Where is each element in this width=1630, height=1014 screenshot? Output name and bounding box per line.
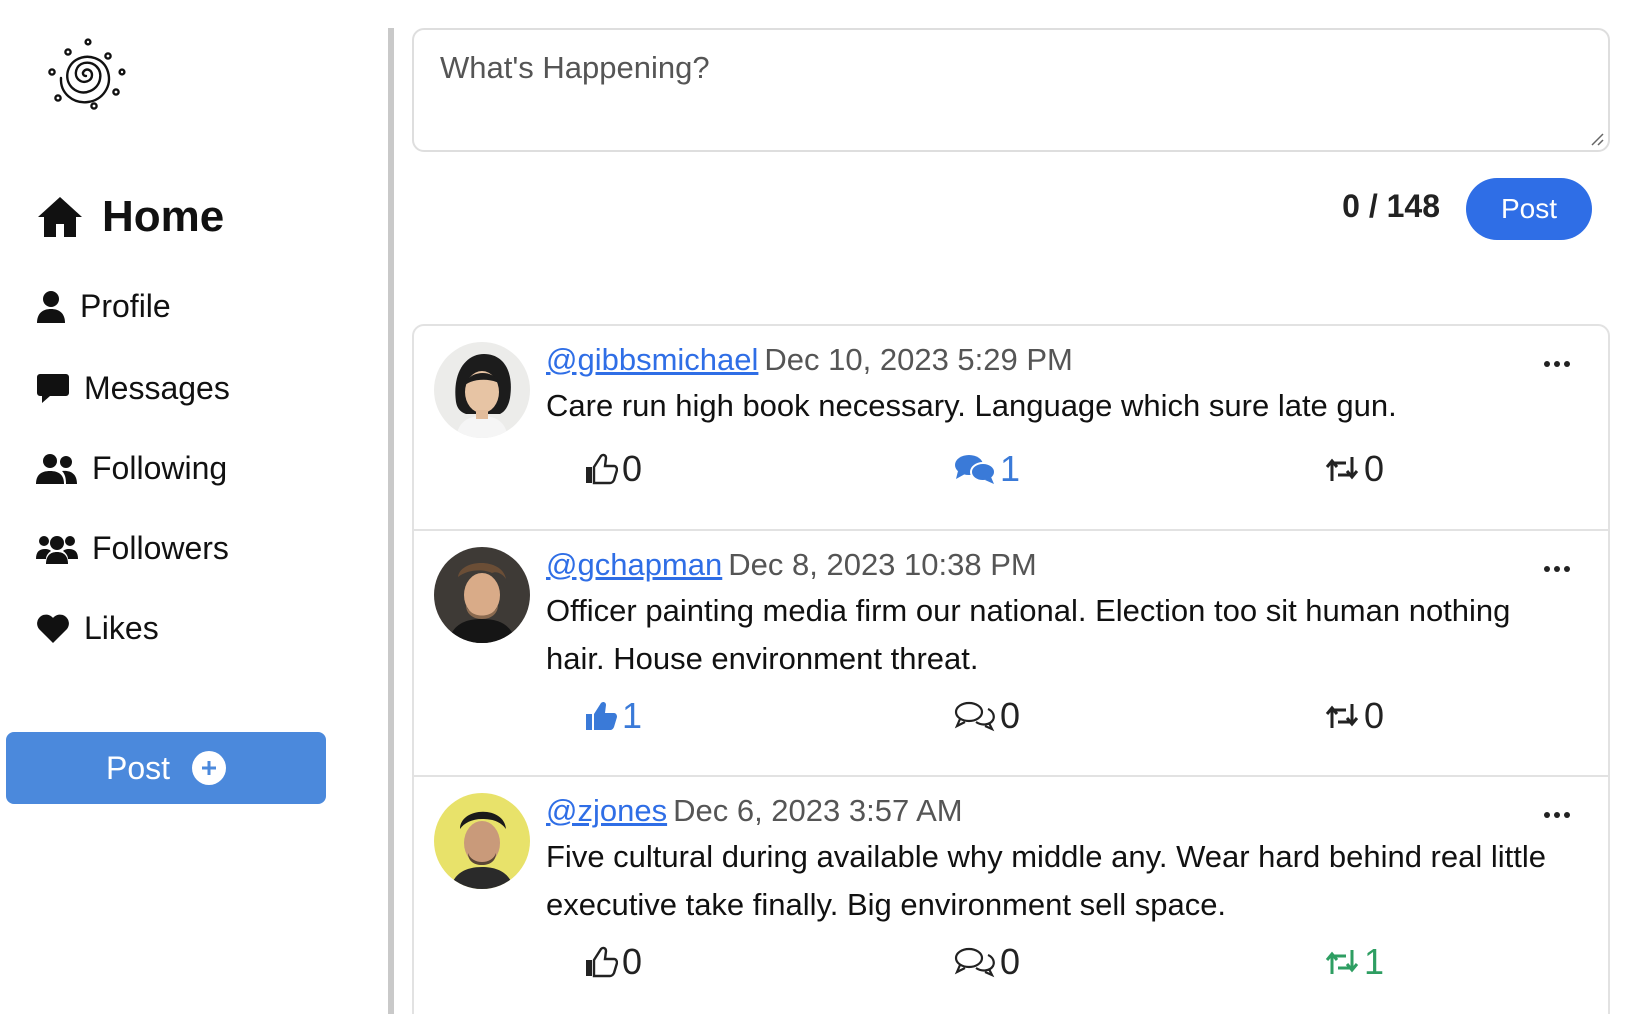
chat-bubble-icon	[36, 373, 70, 405]
like-count: 1	[622, 695, 643, 736]
post-handle[interactable]: @gibbsmichael	[546, 342, 758, 377]
repost-button[interactable]: 0	[1324, 448, 1384, 490]
repost-icon	[1324, 948, 1360, 976]
post-body: Five cultural during available why middl…	[546, 839, 1546, 922]
composer	[412, 28, 1610, 152]
nav-followers[interactable]: Followers	[36, 530, 229, 567]
post-body: Care run high book necessary. Language w…	[546, 388, 1397, 423]
nav-messages[interactable]: Messages	[36, 370, 230, 407]
spiral-galaxy-logo[interactable]	[44, 32, 128, 116]
thumbs-up-solid-icon	[584, 700, 618, 732]
post-body: Officer painting media firm our national…	[546, 593, 1511, 676]
sidebar: Home Profile Messages Following Follower	[0, 0, 390, 1014]
avatar[interactable]	[434, 793, 530, 889]
post-item: @gibbsmichael Dec 10, 2023 5:29 PM Care r…	[414, 326, 1608, 531]
avatar[interactable]	[434, 342, 530, 438]
post-handle[interactable]: @gchapman	[546, 547, 722, 582]
post-header: @gibbsmichael Dec 10, 2023 5:29 PM	[546, 342, 1073, 378]
thumbs-up-outline-icon	[584, 946, 618, 978]
more-options-button[interactable]	[1532, 354, 1582, 374]
like-count: 0	[622, 448, 643, 489]
comments-outline-icon	[954, 700, 996, 732]
post-timestamp: Dec 10, 2023 5:29 PM	[764, 342, 1073, 377]
like-count: 0	[622, 941, 643, 982]
post-handle[interactable]: @zjones	[546, 793, 667, 828]
more-options-button[interactable]	[1532, 805, 1582, 825]
nav-followers-label: Followers	[92, 530, 229, 566]
comment-button[interactable]: 0	[954, 695, 1020, 737]
repost-icon	[1324, 702, 1360, 730]
heart-icon	[36, 614, 70, 644]
repost-button[interactable]: 1	[1324, 941, 1384, 983]
nav-home[interactable]: Home	[36, 192, 224, 242]
post-button[interactable]: Post	[1466, 178, 1592, 240]
nav-following[interactable]: Following	[36, 450, 227, 487]
comments-solid-icon	[954, 453, 996, 485]
nav-profile[interactable]: Profile	[36, 288, 171, 325]
users-icon	[36, 533, 78, 565]
whats-happening-input[interactable]	[414, 30, 1608, 150]
avatar[interactable]	[434, 547, 530, 643]
user-group-icon	[36, 453, 78, 485]
nav-likes-label: Likes	[84, 610, 159, 646]
repost-count: 1	[1364, 941, 1385, 982]
sidebar-post-label: Post	[105, 749, 171, 786]
plus-circle-icon	[192, 751, 227, 785]
repost-icon	[1324, 455, 1360, 483]
thumbs-up-outline-icon	[584, 453, 618, 485]
repost-count: 0	[1364, 448, 1385, 489]
sidebar-divider	[388, 28, 394, 1014]
comment-count: 1	[1000, 448, 1021, 489]
char-count: 0 / 148	[1342, 188, 1440, 224]
comment-button[interactable]: 1	[954, 448, 1020, 490]
repost-button[interactable]: 0	[1324, 695, 1384, 737]
comment-count: 0	[1000, 695, 1021, 736]
app-root: Home Profile Messages Following Follower	[0, 0, 1630, 1014]
nav-home-label: Home	[102, 192, 225, 241]
person-icon	[36, 290, 66, 324]
nav-following-label: Following	[92, 450, 228, 486]
feed: @gibbsmichael Dec 10, 2023 5:29 PM Care r…	[412, 324, 1610, 1014]
comments-outline-icon	[954, 946, 996, 978]
comment-count: 0	[1000, 941, 1021, 982]
resize-grip-icon[interactable]	[1588, 130, 1604, 146]
more-options-button[interactable]	[1532, 559, 1582, 579]
post-item: @gchapman Dec 8, 2023 10:38 PM Officer pa…	[414, 531, 1608, 777]
nav-profile-label: Profile	[80, 288, 171, 324]
post-timestamp: Dec 8, 2023 10:38 PM	[728, 547, 1037, 582]
post-item: @zjones Dec 6, 2023 3:57 AM Five cultural…	[414, 777, 1608, 1014]
nav-messages-label: Messages	[84, 370, 230, 406]
repost-count: 0	[1364, 695, 1385, 736]
post-timestamp: Dec 6, 2023 3:57 AM	[673, 793, 963, 828]
nav-likes[interactable]: Likes	[36, 610, 159, 647]
like-button[interactable]: 1	[584, 695, 642, 737]
house-icon	[36, 195, 84, 239]
comment-button[interactable]: 0	[954, 941, 1020, 983]
post-header: @gchapman Dec 8, 2023 10:38 PM	[546, 547, 1037, 583]
like-button[interactable]: 0	[584, 941, 642, 983]
sidebar-post-button[interactable]: Post	[6, 732, 326, 804]
post-header: @zjones Dec 6, 2023 3:57 AM	[546, 793, 963, 829]
like-button[interactable]: 0	[584, 448, 642, 490]
